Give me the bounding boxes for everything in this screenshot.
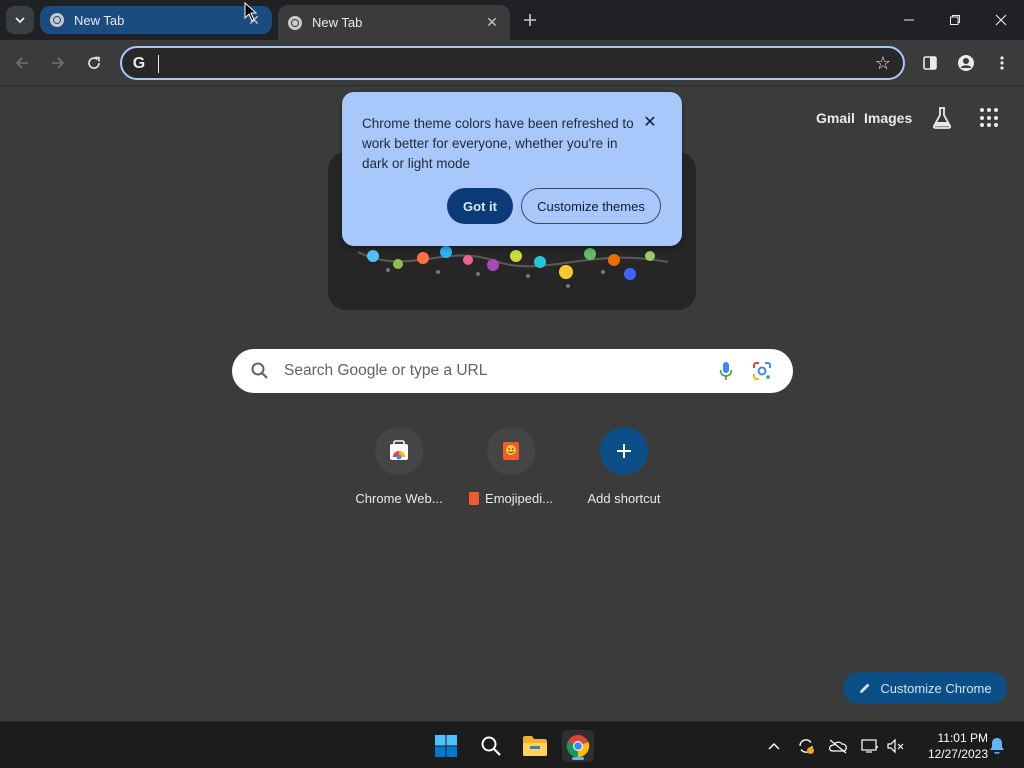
- text-caret: [158, 55, 159, 73]
- notifications-button[interactable]: [986, 735, 1008, 757]
- profile-button[interactable]: [952, 49, 980, 77]
- search-icon: [251, 362, 268, 379]
- minimize-button[interactable]: [886, 0, 932, 40]
- tab-title: New Tab: [312, 15, 363, 30]
- tab-search-button[interactable]: [6, 6, 34, 34]
- display-tray-icon[interactable]: [859, 735, 881, 757]
- shortcut-label: Add shortcut: [587, 491, 661, 506]
- restore-icon: [950, 15, 960, 25]
- customize-chrome-button[interactable]: Customize Chrome: [843, 672, 1007, 704]
- taskbar-clock[interactable]: 11:01 PM 12/27/2023: [912, 730, 988, 762]
- menu-button[interactable]: [988, 49, 1016, 77]
- side-panel-button[interactable]: [916, 49, 944, 77]
- toolbar: G ☆: [0, 40, 1024, 86]
- plus-icon: [600, 427, 648, 475]
- clock-date: 12/27/2023: [927, 747, 988, 761]
- chrome-favicon-icon: [50, 13, 64, 27]
- emojipedia-icon: [487, 427, 535, 475]
- chrome-favicon-icon: [288, 15, 302, 30]
- show-hidden-icons-button[interactable]: [763, 735, 785, 757]
- kebab-menu-icon: [1000, 56, 1004, 70]
- tab-1[interactable]: New Tab ✕: [40, 6, 272, 34]
- google-lens-icon[interactable]: [752, 361, 772, 381]
- shortcut-label: Chrome Web...: [355, 491, 443, 506]
- microphone-icon[interactable]: [718, 361, 734, 381]
- bell-icon: [990, 738, 1004, 754]
- shortcut-label: Emojipedi...: [485, 491, 553, 506]
- new-tab-button[interactable]: [518, 8, 542, 32]
- google-g-icon: G: [132, 55, 146, 72]
- forward-button[interactable]: [44, 49, 72, 77]
- close-icon: [995, 14, 1007, 26]
- search-placeholder: Search Google or type a URL: [284, 362, 488, 379]
- reload-icon: [88, 56, 100, 69]
- reload-button[interactable]: [80, 49, 108, 77]
- pencil-icon: [860, 683, 870, 693]
- shortcut-emojipedia[interactable]: Emojipedi...: [451, 427, 571, 506]
- side-panel-icon: [923, 56, 937, 70]
- chevron-up-icon: [768, 742, 780, 750]
- chrome-icon: [566, 735, 590, 758]
- add-shortcut[interactable]: Add shortcut: [564, 427, 684, 506]
- restore-button[interactable]: [932, 0, 978, 40]
- taskbar-search-button[interactable]: [475, 730, 507, 762]
- customize-themes-button[interactable]: Customize themes: [521, 188, 661, 224]
- customize-chrome-label: Customize Chrome: [880, 680, 992, 696]
- plus-icon: [524, 14, 536, 26]
- search-box[interactable]: Search Google or type a URL: [232, 349, 793, 393]
- bubble-message: Chrome theme colors have been refreshed …: [362, 116, 634, 171]
- volume-tray-icon[interactable]: [885, 735, 907, 757]
- shortcut-chrome-web-store[interactable]: Chrome Web...: [339, 427, 459, 506]
- arrow-left-icon: [15, 57, 28, 69]
- monitor-icon: [861, 739, 878, 753]
- address-bar[interactable]: G ☆: [120, 46, 905, 80]
- chrome-taskbar-button[interactable]: [562, 730, 594, 762]
- tab-title: New Tab: [74, 12, 125, 28]
- labs-flask-icon[interactable]: [931, 106, 953, 130]
- back-button[interactable]: [8, 49, 36, 77]
- google-apps-icon[interactable]: [980, 108, 1000, 128]
- profile-icon: [958, 55, 974, 71]
- emojipedia-favicon-icon: [469, 492, 480, 505]
- tab-2[interactable]: New Tab ✕: [278, 5, 510, 40]
- bookmark-star-icon[interactable]: ☆: [875, 53, 891, 74]
- taskbar: 11:01 PM 12/27/2023: [0, 721, 1024, 768]
- search-icon: [481, 736, 501, 756]
- start-button[interactable]: [430, 730, 462, 762]
- mouse-cursor-icon: [244, 2, 258, 22]
- sync-tray-icon[interactable]: [795, 735, 817, 757]
- theme-refresh-bubble: Chrome theme colors have been refreshed …: [342, 92, 682, 246]
- chevron-down-icon: [15, 17, 25, 24]
- shortcut-label-row: Emojipedi...: [451, 491, 571, 506]
- chrome-web-store-icon: [375, 427, 423, 475]
- gmail-link[interactable]: Gmail: [816, 110, 855, 126]
- cloud-offline-icon: [829, 739, 847, 754]
- clock-time: 11:01 PM: [937, 731, 988, 745]
- file-explorer-button[interactable]: [519, 730, 551, 762]
- sync-icon: [799, 739, 814, 754]
- close-window-button[interactable]: [978, 0, 1024, 40]
- speaker-muted-icon: [887, 738, 904, 754]
- close-icon[interactable]: ✕: [642, 114, 658, 131]
- windows-start-icon: [435, 735, 457, 757]
- images-link[interactable]: Images: [864, 110, 912, 126]
- onedrive-tray-icon[interactable]: [827, 735, 849, 757]
- minimize-icon: [904, 19, 914, 21]
- tab-strip: New Tab ✕ New Tab ✕: [0, 0, 1024, 40]
- got-it-button[interactable]: Got it: [447, 188, 513, 224]
- arrow-right-icon: [52, 57, 65, 69]
- close-icon[interactable]: ✕: [484, 14, 500, 31]
- folder-icon: [523, 736, 547, 756]
